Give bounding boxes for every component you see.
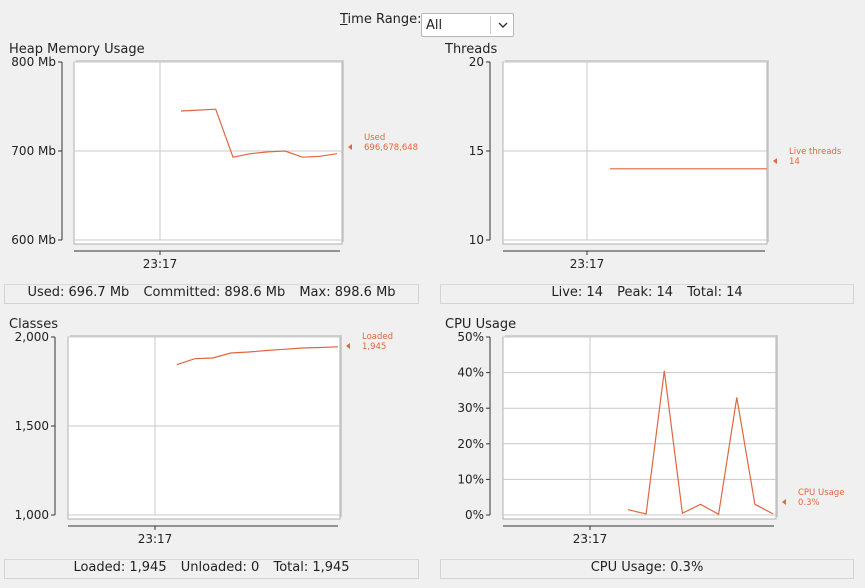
legend-marker-icon — [782, 499, 786, 505]
threads-panel: Threads 10 15 20 23:17 Live threads 14 Live: … — [440, 42, 854, 304]
heap-used-stat: Used: 696.7 Mb — [27, 285, 130, 300]
legend-marker-icon — [773, 158, 777, 164]
classes-stats: Loaded: 1,945 Unloaded: 0 Total: 1,945 — [4, 559, 419, 579]
cpu-stats: CPU Usage: 0.3% — [440, 559, 854, 579]
plot-area — [67, 336, 341, 520]
heap-memory-panel: Heap Memory Usage 600 Mb 700 Mb 800 Mb 23:1… — [4, 42, 419, 304]
legend-series-value: 696,678,648 — [364, 143, 418, 153]
y-tick-label: 2,000 — [15, 330, 49, 344]
threads-chart: 10 15 20 23:17 Live threads14 — [469, 55, 842, 271]
threads-live-stat: Live: 14 — [551, 285, 603, 300]
threads-stats: Live: 14 Peak: 14 Total: 14 — [440, 284, 854, 304]
heap-max-stat: Max: 898.6 Mb — [299, 285, 396, 300]
plot-area — [73, 61, 343, 245]
time-range-select[interactable]: All — [421, 13, 514, 37]
threads-total-stat: Total: 14 — [687, 285, 743, 300]
legend-series-value: 14 — [789, 157, 800, 167]
plot-area — [502, 336, 777, 520]
plot-area — [502, 61, 768, 245]
time-range-value: All — [426, 18, 443, 33]
threads-peak-stat: Peak: 14 — [617, 285, 674, 300]
y-tick-label: 30% — [457, 401, 484, 415]
legend-series-name: CPU Usage — [798, 488, 844, 498]
y-tick-label: 15 — [469, 144, 484, 158]
y-tick-label: 800 Mb — [11, 55, 56, 69]
y-tick-label: 20% — [457, 437, 484, 451]
time-range-label: Time Range: — [340, 12, 422, 27]
y-tick-label: 1,500 — [15, 419, 49, 433]
legend-series-name: Live threads — [789, 147, 842, 157]
x-tick-label: 23:17 — [570, 257, 605, 271]
legend-series-value: 1,945 — [362, 342, 386, 352]
classes-panel: Classes 1,000 1,500 2,000 23:17 Loaded 1,945 … — [4, 317, 419, 579]
y-tick-label: 0% — [465, 508, 484, 522]
x-tick-label: 23:17 — [138, 532, 173, 546]
y-tick-label: 10% — [457, 472, 484, 486]
heap-committed-stat: Committed: 898.6 Mb — [143, 285, 286, 300]
legend-series-value: 0.3% — [798, 498, 820, 508]
classes-loaded-stat: Loaded: 1,945 — [73, 560, 167, 575]
y-tick-label: 50% — [457, 330, 484, 344]
legend-marker-icon — [348, 144, 352, 150]
classes-unloaded-stat: Unloaded: 0 — [180, 560, 260, 575]
cpu-usage-panel: CPU Usage 0% 10% 20% 30% 40% 50% 23:17 CPU Usag… — [440, 317, 854, 579]
classes-chart: 1,000 1,500 2,000 23:17 Loaded1,945 — [15, 330, 393, 546]
chevron-down-icon[interactable] — [495, 16, 511, 34]
heap-stats: Used: 696.7 Mb Committed: 898.6 Mb Max: … — [4, 284, 419, 304]
legend-series-name: Used — [364, 133, 385, 143]
classes-total-stat: Total: 1,945 — [273, 560, 350, 575]
legend-series-name: Loaded — [362, 332, 393, 342]
heap-memory-chart: 600 Mb 700 Mb 800 Mb 23:17 Used696,678,648 — [11, 55, 418, 271]
y-tick-label: 1,000 — [15, 508, 49, 522]
select-separator — [490, 16, 491, 34]
y-tick-label: 40% — [457, 366, 484, 380]
cpu-usage-chart: 0% 10% 20% 30% 40% 50% 23:17 CPU Usage0.3% — [457, 330, 844, 546]
y-tick-label: 700 Mb — [11, 144, 56, 158]
x-tick-label: 23:17 — [573, 532, 608, 546]
toolbar: Time Range: All — [0, 6, 865, 37]
y-tick-label: 600 Mb — [11, 233, 56, 247]
legend-marker-icon — [346, 343, 350, 349]
cpu-usage-stat: CPU Usage: 0.3% — [590, 560, 704, 575]
y-tick-label: 10 — [469, 233, 484, 247]
y-tick-label: 20 — [469, 55, 484, 69]
x-tick-label: 23:17 — [143, 257, 178, 271]
